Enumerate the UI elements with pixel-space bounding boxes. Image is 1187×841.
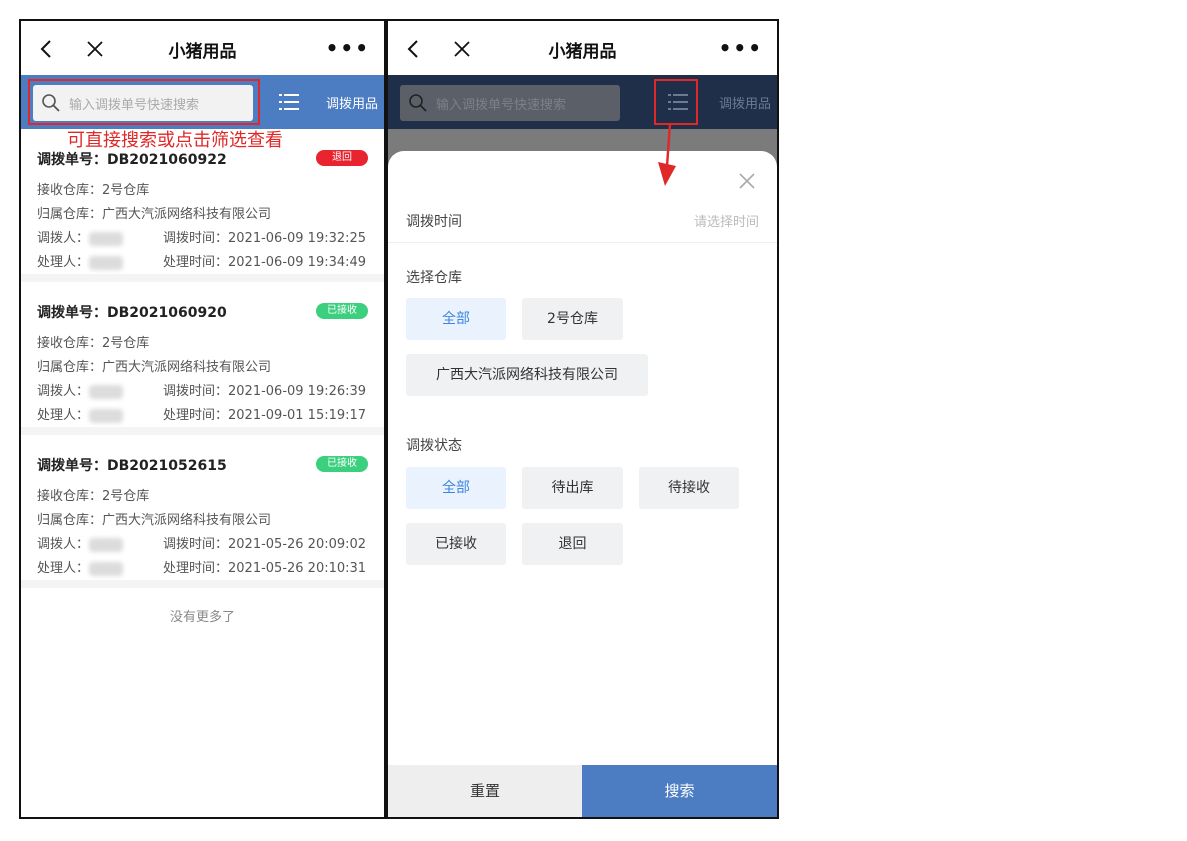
transfer-row: 调拨人： 调拨时间：2021-06-09 19:26:39 xyxy=(37,384,367,399)
receive-warehouse: 接收仓库：2号仓库 xyxy=(37,183,150,198)
list-item[interactable]: 调拨单号：DB2021060920 已接收 接收仓库：2号仓库 归属仓库：广西大… xyxy=(21,282,384,435)
owner-warehouse: 归属仓库：广西大汽派网络科技有限公司 xyxy=(37,207,272,222)
blurred-name xyxy=(89,255,124,270)
dimmed-search-bar: 输入调拨单号快速搜索 调拨用品 xyxy=(388,75,777,129)
warehouse-title: 选择仓库 xyxy=(406,270,462,286)
filter-screen: 小猪用品 ••• 输入调拨单号快速搜索 调拨用品 调拨时间 请选择时间 选择仓库… xyxy=(386,19,779,819)
status-badge: 已接收 xyxy=(316,456,368,472)
list-item[interactable]: 调拨单号：DB2021052615 已接收 接收仓库：2号仓库 归属仓库：广西大… xyxy=(21,435,384,588)
blurred-name xyxy=(89,231,124,246)
handler-row: 处理人： 处理时间：2021-06-09 19:34:49 xyxy=(37,255,367,270)
transfer-items-link[interactable]: 调拨用品 xyxy=(326,93,378,112)
status-option-all[interactable]: 全部 xyxy=(406,467,506,509)
time-label: 调拨时间 xyxy=(406,214,462,230)
more-icon[interactable]: ••• xyxy=(719,38,763,58)
owner-warehouse: 归属仓库：广西大汽派网络科技有限公司 xyxy=(37,513,272,528)
blurred-name xyxy=(89,408,124,423)
status-option-pending-receive[interactable]: 待接收 xyxy=(639,467,739,509)
annotation-arrow-icon xyxy=(658,123,676,186)
annotation-text: 可直接搜索或点击筛选查看 xyxy=(67,130,283,151)
search-placeholder: 输入调拨单号快速搜索 xyxy=(436,98,567,113)
warehouse-option-company[interactable]: 广西大汽派网络科技有限公司 xyxy=(406,354,648,396)
owner-warehouse: 归属仓库：广西大汽派网络科技有限公司 xyxy=(37,360,272,375)
status-badge: 退回 xyxy=(316,150,368,166)
no-more-text: 没有更多了 xyxy=(169,610,235,625)
list-screen: 小猪用品 ••• 输入调拨单号快速搜索 调拨用品 调拨单号：DB20210609… xyxy=(19,19,386,819)
status-option-returned[interactable]: 退回 xyxy=(522,523,623,565)
transfer-row: 调拨人： 调拨时间：2021-05-26 20:09:02 xyxy=(37,537,367,552)
filter-list-icon[interactable] xyxy=(279,93,299,111)
status-title: 调拨状态 xyxy=(406,438,462,454)
more-icon[interactable]: ••• xyxy=(326,38,370,58)
status-badge: 已接收 xyxy=(316,303,368,319)
handler-row: 处理人： 处理时间：2021-09-01 15:19:17 xyxy=(37,408,367,423)
transfer-row: 调拨人： 调拨时间：2021-06-09 19:32:25 xyxy=(37,231,367,246)
reset-button[interactable]: 重置 xyxy=(388,765,582,817)
warehouse-option-all[interactable]: 全部 xyxy=(406,298,506,340)
handler-row: 处理人： 处理时间：2021-05-26 20:10:31 xyxy=(37,561,367,576)
search-button[interactable]: 搜索 xyxy=(582,765,777,817)
filter-sheet: 调拨时间 请选择时间 选择仓库 全部 2号仓库 广西大汽派网络科技有限公司 调拨… xyxy=(388,151,777,817)
time-placeholder[interactable]: 请选择时间 xyxy=(694,211,759,230)
receive-warehouse: 接收仓库：2号仓库 xyxy=(37,336,150,351)
blurred-name xyxy=(89,384,124,399)
search-icon xyxy=(409,94,427,112)
record-list: 调拨单号：DB2021060922 退回 接收仓库：2号仓库 归属仓库：广西大汽… xyxy=(21,129,384,625)
blurred-name xyxy=(89,561,124,576)
status-option-received[interactable]: 已接收 xyxy=(406,523,506,565)
annotation-box xyxy=(654,79,698,125)
time-row[interactable]: 调拨时间 请选择时间 xyxy=(388,203,777,243)
warehouse-option-2[interactable]: 2号仓库 xyxy=(522,298,623,340)
nav-bar: 小猪用品 ••• xyxy=(388,21,777,77)
blurred-name xyxy=(89,537,124,552)
search-input[interactable]: 输入调拨单号快速搜索 xyxy=(400,85,620,121)
transfer-items-link[interactable]: 调拨用品 xyxy=(719,93,771,112)
status-option-pending-out[interactable]: 待出库 xyxy=(522,467,623,509)
close-icon[interactable] xyxy=(737,171,757,191)
annotation-box xyxy=(28,79,260,125)
sheet-footer: 重置 搜索 xyxy=(388,765,777,817)
nav-bar: 小猪用品 ••• xyxy=(21,21,384,77)
receive-warehouse: 接收仓库：2号仓库 xyxy=(37,489,150,504)
